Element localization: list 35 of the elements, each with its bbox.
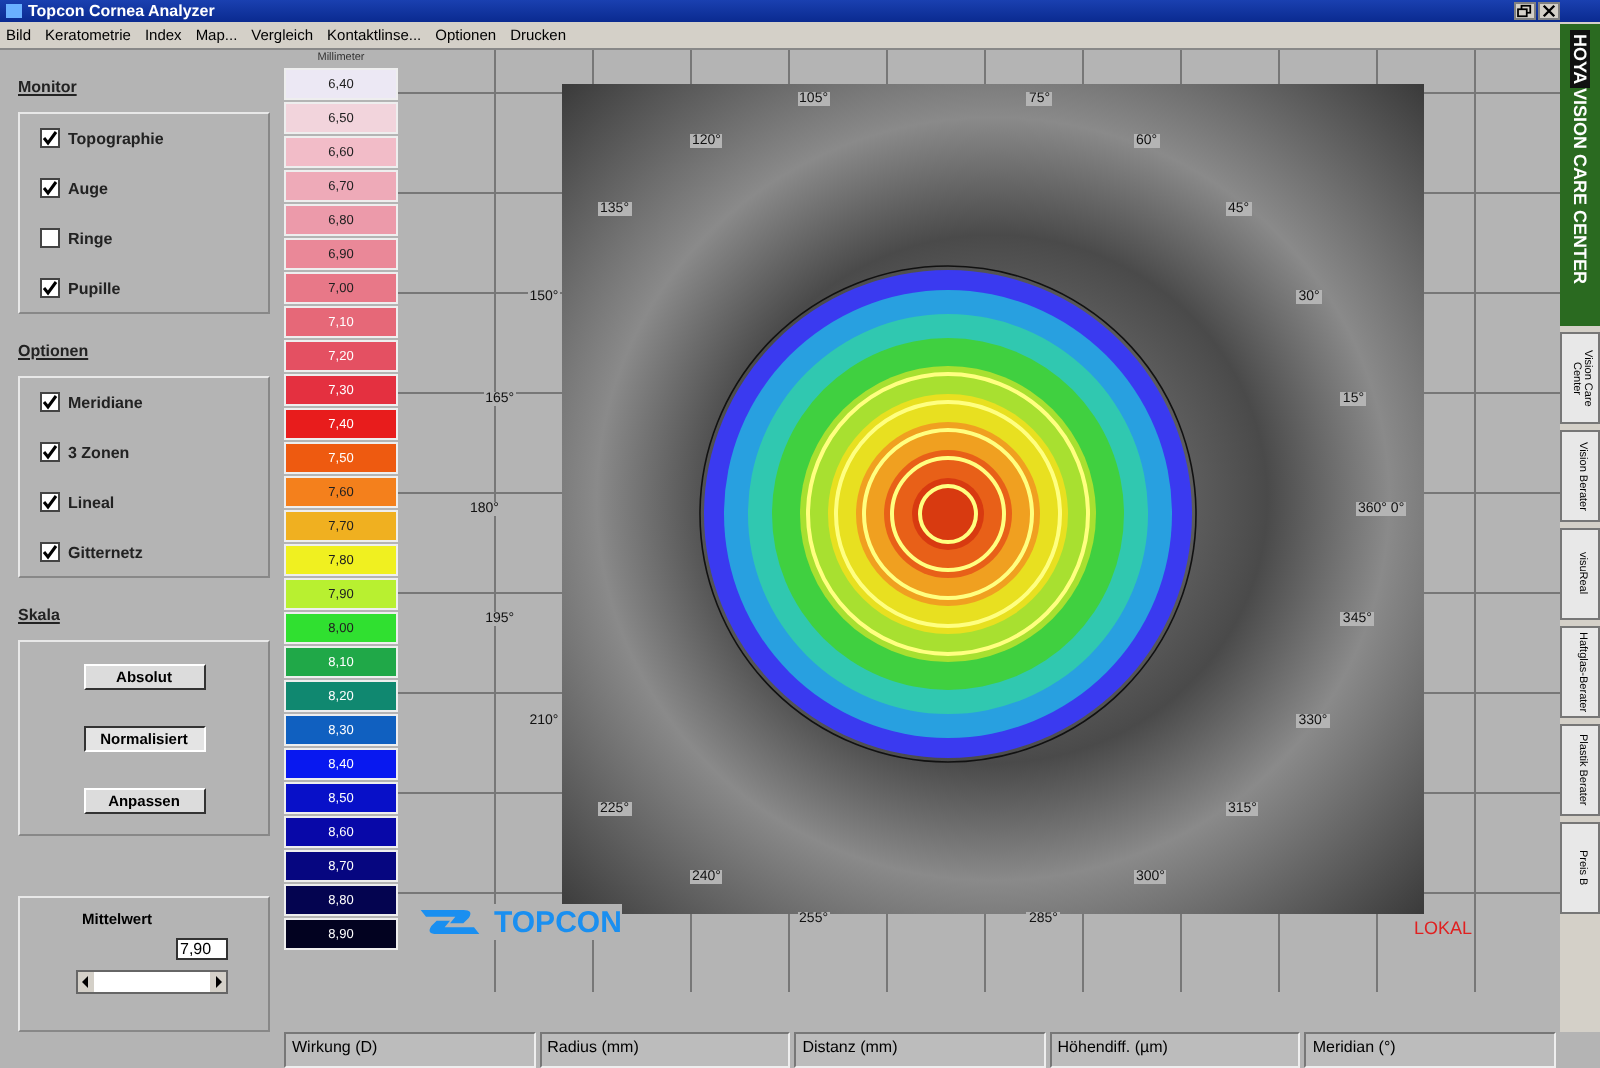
checkbox[interactable] (40, 278, 60, 298)
status-field: Höhendiff. (µm) (1049, 1032, 1301, 1068)
checkbox-label: Ringe (68, 229, 113, 247)
restore-button[interactable] (1514, 2, 1536, 20)
checkbox[interactable] (40, 442, 60, 462)
status-field: Radius (mm) (539, 1032, 791, 1068)
checkbox[interactable] (40, 128, 60, 148)
brand-banner: HOYA VISION CARE CENTER (1560, 24, 1600, 326)
section-title: Skala (18, 606, 62, 624)
status-field: Wirkung (D) (284, 1032, 536, 1068)
left-arrow-icon[interactable] (78, 972, 94, 992)
checkbox[interactable] (40, 228, 60, 248)
checkbox-label: Meridiane (68, 393, 143, 411)
checkbox[interactable] (40, 542, 60, 562)
checkbox-label: Lineal (68, 493, 115, 511)
status-field: Distanz (mm) (794, 1032, 1046, 1068)
checkbox-label: Gitternetz (68, 543, 143, 561)
checkbox[interactable] (40, 392, 60, 412)
mode-label: LOKAL (1414, 918, 1473, 938)
checkbox[interactable] (40, 178, 60, 198)
right-arrow-icon[interactable] (210, 972, 226, 992)
close-button[interactable] (1538, 2, 1560, 20)
checkbox-label: Topographie (68, 129, 164, 147)
mean-value-field[interactable]: 7,90 (176, 938, 228, 960)
app-icon (6, 4, 22, 18)
status-field: Meridian (°) (1304, 1032, 1556, 1068)
logo-text: TOPCON (494, 905, 622, 939)
checkbox-label: Auge (68, 179, 108, 197)
checkbox-label: Pupille (68, 279, 121, 297)
section-title: Optionen (18, 342, 91, 360)
checkbox[interactable] (40, 492, 60, 512)
checkbox-label: 3 Zonen (68, 443, 130, 461)
window-title: Topcon Cornea Analyzer (28, 2, 217, 20)
section-title: Monitor (18, 78, 79, 96)
horizontal-scrollbar[interactable] (76, 970, 228, 994)
